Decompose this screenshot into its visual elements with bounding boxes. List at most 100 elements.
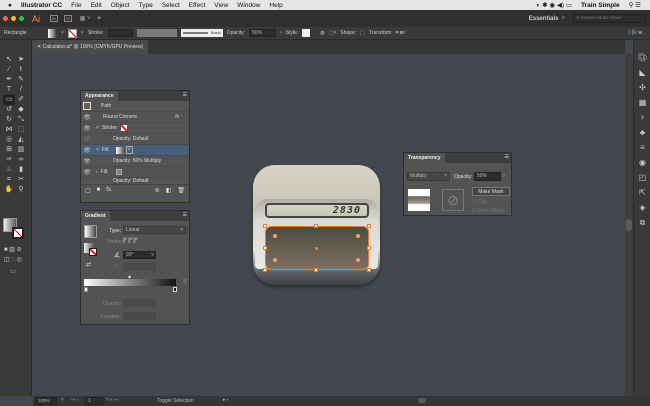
width-tool-icon[interactable]: ⋈ [3,125,15,135]
horizontal-scroll-thumb[interactable] [418,398,426,403]
graphic-style-swatch[interactable] [302,29,311,37]
menu-object[interactable]: Object [111,2,130,9]
opacity-input[interactable]: 50% [474,172,501,181]
free-transform-icon[interactable]: ⬚ [15,125,27,135]
make-mask-button[interactable]: Make Mask [472,187,510,196]
eyedropper-icon[interactable]: ✑ [3,155,15,165]
shape-builder-icon[interactable]: ◎ [3,135,15,145]
object-thumbnail[interactable] [408,189,430,211]
visibility-eye-icon[interactable]: 👁︎ [81,136,93,143]
gradient-stop-white[interactable] [84,287,88,292]
appearance-row-opacity-multiply[interactable]: 👁︎ Opacity: 50% Multiply [81,156,189,167]
visibility-eye-icon[interactable]: 👁︎ [81,114,93,121]
type-tool-icon[interactable]: T [3,85,15,95]
rectangle-tool-icon[interactable]: ▭ [3,95,15,105]
status-menu-icon[interactable]: ▸ ‹ [223,397,229,403]
appearance-row-opacity[interactable]: 👁︎ Opacity: Default [81,134,189,145]
add-stroke-icon[interactable]: ▢ [85,187,91,194]
menu-effect[interactable]: Effect [189,2,206,9]
transparency-tab[interactable]: Transparency [404,153,445,163]
line-tool-icon[interactable]: / [15,85,27,95]
selection-handle[interactable] [367,246,371,250]
appearance-row-round-corners[interactable]: 👁︎ Round Corners fx [81,112,189,123]
minimize-window-button[interactable] [11,16,16,21]
swatches-icon[interactable]: ▦ [634,95,650,110]
column-graph-icon[interactable]: ▮ [15,165,27,175]
appearance-row-path[interactable]: Path [81,101,189,112]
panel-menu-icon[interactable]: ☰ [183,92,187,98]
transparency-panel-icon[interactable]: ◉ [634,155,650,170]
transform-icon[interactable]: ⌗ ⊞˅ [395,30,405,36]
artboard-dropdown-icon[interactable]: ˅ ▸ ⏭ [106,397,119,403]
add-effect-button[interactable]: fx. [106,187,112,194]
corner-widget[interactable] [356,234,360,238]
appearance-tab[interactable]: Appearance [81,91,118,101]
row-label[interactable]: Opacity: Default [113,136,149,142]
opacity-slider-arrow[interactable]: › [503,173,505,179]
gradient-tab[interactable]: Gradient [81,211,110,221]
stock-button[interactable]: St [64,15,72,22]
visibility-eye-icon[interactable]: 👁︎ [81,158,93,165]
artboard-number-input[interactable]: 1 [85,397,103,405]
workspace-switcher[interactable]: Essentials [529,16,559,22]
duplicate-item-icon[interactable]: ◧ [166,187,172,194]
slice-tool-icon[interactable]: ✂ [15,175,27,185]
calculator-artwork[interactable]: 2830 [253,165,380,285]
color-guide-icon[interactable]: ◣ [634,65,650,80]
gpu-performance-icon[interactable]: ✈ [97,15,102,22]
menu-view[interactable]: View [214,2,228,9]
gradient-stroke-icon[interactable] [89,248,97,256]
gradient-type-select[interactable]: Linear ˅ [123,226,186,234]
add-fill-icon[interactable]: ■ [97,187,101,194]
gradient-preview-swatch[interactable] [84,225,97,238]
row-label[interactable]: Fill: [102,147,110,153]
row-label[interactable]: Round Corners [103,114,137,120]
stroke-label[interactable]: Stroke: [88,30,104,36]
draw-mode-icons[interactable]: ◫ ◌ ◎ [4,256,22,263]
selection-handle[interactable] [367,224,371,228]
appearance-row-opacity-2[interactable]: Opacity: Default [81,178,189,184]
delete-item-icon[interactable]: 🗑︎ [177,187,185,194]
gradient-slider[interactable] [84,279,176,286]
perspective-grid-icon[interactable]: ◭ [15,135,27,145]
shaper-tool-icon[interactable]: ↺ [3,105,15,115]
opacity-label[interactable]: Opacity: [227,30,245,36]
row-label[interactable]: Fill: [101,169,109,175]
panel-menu-icon[interactable]: ☰ [505,154,509,160]
transform-label[interactable]: Transform [369,30,392,36]
user-name[interactable]: Train Simple [581,2,620,9]
recolor-panel-icon[interactable]: ✣ [634,80,650,95]
menu-edit[interactable]: Edit [91,2,102,9]
variable-width-profile[interactable] [136,29,177,37]
appearance-row-stroke[interactable]: 👁︎ ˅ Stroke: [81,123,189,134]
row-label[interactable]: Opacity: Default [113,178,149,184]
shape-label[interactable]: Shape: [340,30,356,36]
direct-selection-tool-icon[interactable]: ➤ [15,55,27,65]
lasso-icon[interactable]: ℓ [15,65,27,75]
menu-select[interactable]: Select [162,2,180,9]
blend-mode-select[interactable]: Multiply ˅ [407,172,450,181]
panel-menu-icon[interactable]: ☰ [183,212,187,218]
blend-tool-icon[interactable]: ∞ [15,155,27,165]
gradient-tool-icon[interactable]: ▥ [15,145,27,155]
corner-widget[interactable] [273,258,277,262]
row-label[interactable]: Opacity: 50% Multiply [113,158,161,164]
stroke-color-box[interactable] [12,227,24,239]
document-tab[interactable]: ✕ Calculator.ai* @ 100% (CMYK/GPU Previe… [33,40,148,54]
artboards-icon[interactable]: ⧉ [634,215,650,230]
stroke-weight-input[interactable] [107,29,133,37]
fill-swatch[interactable] [48,28,57,38]
stroke-panel-icon[interactable]: ≡ [634,140,650,155]
fx-icon[interactable]: fx [175,114,179,120]
recolor-icon[interactable]: ◍ [320,30,324,36]
export-icon[interactable]: ⇱ [634,185,650,200]
artboard-tool-icon[interactable]: ⌗ [3,175,15,185]
close-window-button[interactable] [3,16,8,21]
align-icon[interactable]: ⬚˅ [329,30,337,36]
vertical-scrollbar[interactable] [625,54,633,396]
hand-tool-icon[interactable]: ✋ [3,185,15,195]
appearance-row-fill-selected[interactable]: 👁︎ ˅ Fill: ˅ [81,145,189,156]
zoom-dropdown-icon[interactable]: ˅ [61,397,64,403]
menu-file[interactable]: File [71,2,81,9]
mesh-tool-icon[interactable]: ⊞ [3,145,15,155]
